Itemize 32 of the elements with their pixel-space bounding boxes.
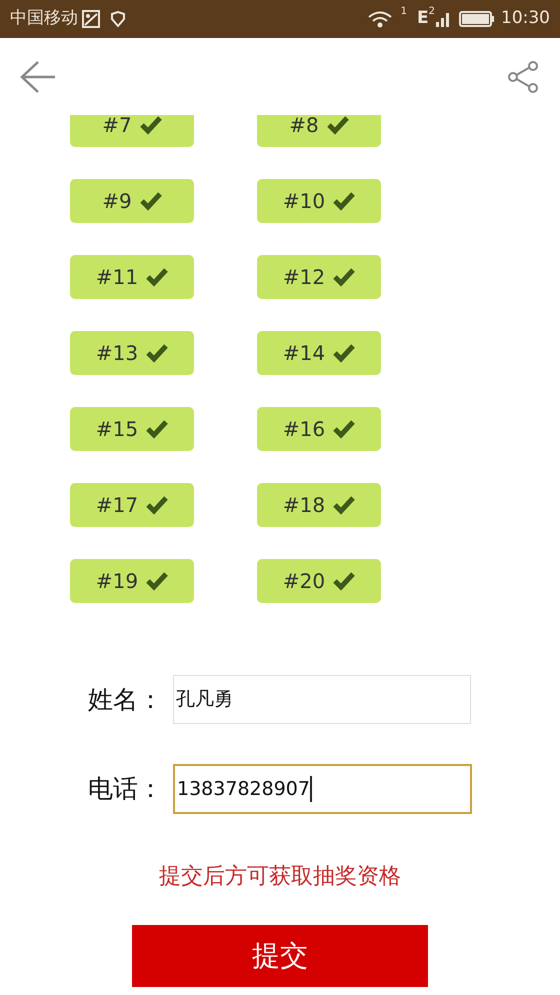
ticket-button[interactable]: #20 — [257, 559, 381, 603]
back-icon[interactable] — [20, 58, 56, 94]
field-label: 姓名： — [88, 684, 164, 716]
ticket-button[interactable]: #16 — [257, 407, 381, 451]
clock: 10:30 — [501, 7, 550, 30]
field-label: 电话： — [88, 773, 164, 806]
ticket-button[interactable]: #14 — [257, 331, 381, 375]
ticket-button[interactable]: #13 — [70, 331, 194, 375]
ticket-button[interactable]: #15 — [70, 407, 194, 451]
sim-label: 2 — [428, 7, 435, 17]
notice-text: 提交后方可获取抽奖资格 — [158, 863, 402, 891]
ticket-button[interactable]: #8 — [257, 115, 381, 147]
input-field[interactable]: 孔凡勇 — [173, 675, 471, 724]
ticket-button[interactable]: #11 — [70, 255, 194, 299]
network-type: E — [417, 7, 429, 30]
sim-label: 1 — [400, 7, 407, 17]
share-icon[interactable] — [506, 60, 540, 94]
carrier-name: 中国移动 — [10, 7, 78, 30]
gallery-icon — [82, 10, 100, 28]
ticket-button[interactable]: #12 — [257, 255, 381, 299]
submit-button[interactable]: 提交 — [132, 925, 428, 987]
ticket-button[interactable]: #19 — [70, 559, 194, 603]
ticket-button[interactable]: #7 — [70, 115, 194, 147]
wifi-icon — [366, 10, 393, 28]
shield-icon — [110, 11, 126, 27]
ticket-button[interactable]: #17 — [70, 483, 194, 527]
battery-icon — [459, 11, 495, 27]
signal-icon — [435, 10, 451, 28]
ticket-button[interactable]: #9 — [70, 179, 194, 223]
ticket-button[interactable]: #18 — [257, 483, 381, 527]
ticket-button[interactable]: #10 — [257, 179, 381, 223]
input-field[interactable]: 13837828907 — [173, 764, 472, 814]
